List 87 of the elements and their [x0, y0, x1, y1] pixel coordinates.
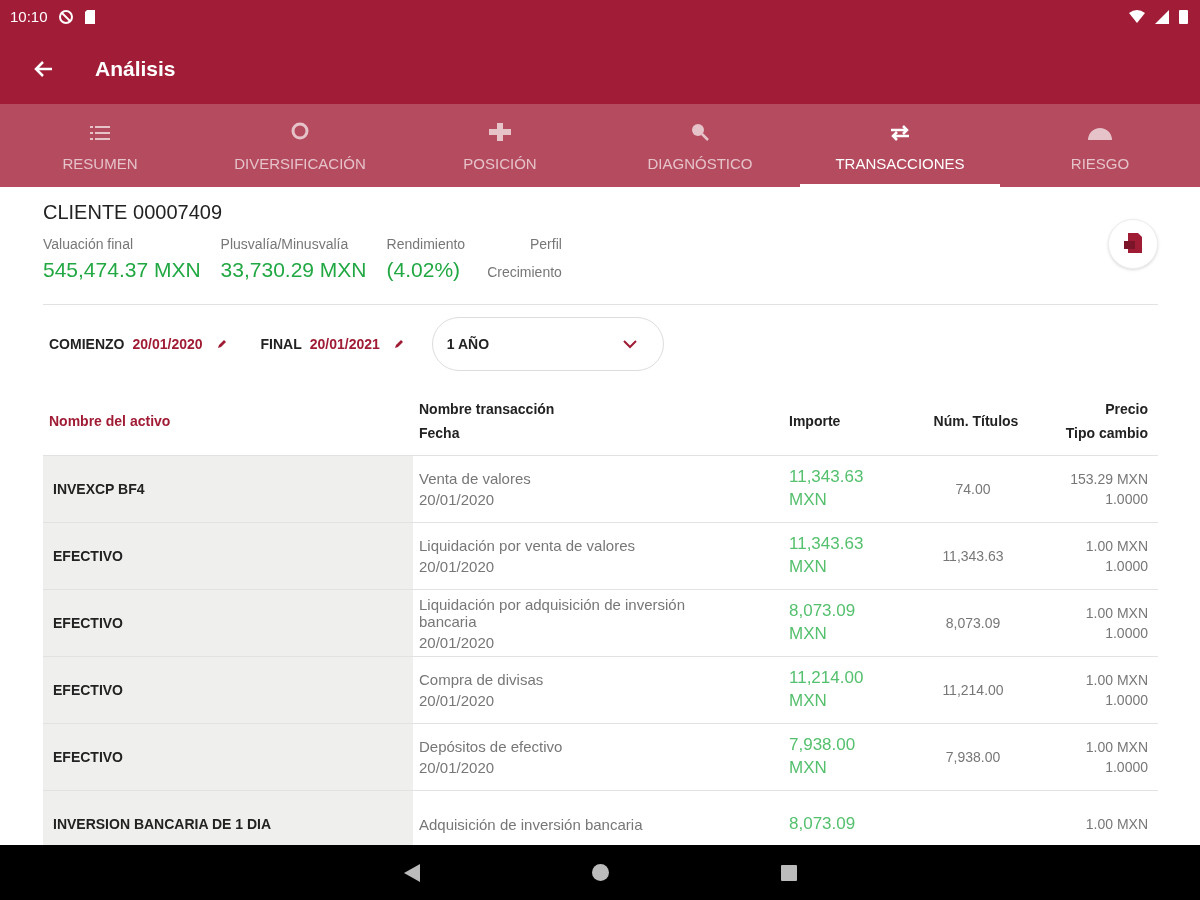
amount-currency: MXN	[789, 558, 828, 577]
screen-title: Análisis	[95, 56, 176, 81]
transaction-date: 20/01/2020	[419, 491, 496, 508]
exchange-rate: 1.0000	[1105, 491, 1148, 507]
tab[interactable]: TRANSACCIONES	[800, 104, 1000, 187]
document-icon	[1123, 233, 1143, 255]
column-header[interactable]: Fecha	[419, 425, 783, 441]
column-header[interactable]: Núm. Títulos	[933, 413, 1019, 429]
chevron-down-icon	[622, 339, 637, 349]
exchange-rate: 1.0000	[1105, 692, 1148, 708]
blocked-icon	[57, 8, 74, 25]
titles-count: 74.00	[955, 481, 991, 497]
column-header[interactable]: Importe	[789, 413, 903, 429]
wifi-icon	[1129, 9, 1145, 24]
transaction-name: Liquidación por venta de valores	[419, 537, 636, 554]
search-icon	[691, 123, 709, 141]
amount-value: 11,343.63	[789, 468, 865, 487]
stat-value: 545,474.37 MXN	[43, 258, 201, 282]
titles-count: 11,343.63	[942, 548, 1004, 564]
gauge-icon	[1088, 127, 1112, 141]
exchange-rate: 1.0000	[1105, 625, 1148, 641]
transaction-date: 20/01/2020	[419, 558, 496, 575]
table-cell: EFECTIVO	[43, 657, 413, 723]
stat-label: Plusvalía/Minusvalía	[220, 236, 350, 252]
battery-icon	[1179, 9, 1188, 24]
sim-card-icon	[83, 8, 96, 25]
amount-value: 7,938.00	[789, 736, 857, 755]
transaction-name: Depósitos de efectivo	[419, 738, 564, 755]
pencil-icon[interactable]	[216, 339, 227, 349]
transaction-name: Liquidación por adquisición de inversión bancaria	[419, 595, 686, 630]
table-cell: INVEXCP BF4	[43, 456, 413, 522]
start-date[interactable]: 20/01/2020	[132, 336, 203, 352]
transaction-name: Adquisición de inversión bancaria	[419, 815, 644, 833]
transaction-date: 20/01/2020	[419, 692, 496, 709]
titles-count: 8,073.09	[945, 615, 1001, 631]
amount-value: 8,073.09	[789, 602, 857, 621]
price-value: 153.29 MXN	[1070, 471, 1148, 487]
stat-label: Perfil	[529, 236, 562, 252]
swap-arrows-icon	[889, 125, 911, 141]
end-label: FINAL	[260, 336, 302, 352]
titles-count: 11,214.00	[942, 682, 1004, 698]
titles-count: 7,938.00	[945, 749, 1001, 765]
amount-currency: MXN	[789, 692, 828, 711]
price-value: 1.00 MXN	[1085, 672, 1148, 688]
price-value: 1.00 MXN	[1085, 605, 1148, 621]
recents-square-icon[interactable]	[780, 864, 797, 881]
stat-value: Crecimiento	[487, 264, 562, 280]
exchange-rate: 1.0000	[1105, 558, 1148, 574]
home-circle-icon[interactable]	[591, 864, 609, 881]
end-date[interactable]: 20/01/2021	[309, 336, 380, 352]
price-value: 1.00 MXN	[1085, 816, 1148, 832]
exchange-rate: 1.0000	[1105, 759, 1148, 775]
column-header[interactable]: Nombre del activo	[49, 413, 413, 429]
stat-value: (4.02%)	[386, 258, 462, 282]
column-header[interactable]: Precio	[1105, 401, 1148, 417]
back-triangle-icon[interactable]	[403, 863, 420, 882]
price-value: 1.00 MXN	[1085, 538, 1148, 554]
stat-label: Valuación final	[43, 236, 135, 252]
client-title: CLIENTE 00007409	[43, 201, 223, 224]
column-header[interactable]: Nombre transacción	[419, 401, 783, 417]
amount-currency: MXN	[789, 759, 828, 778]
amount-currency: MXN	[789, 491, 828, 510]
table-cell: INVERSION BANCARIA DE 1 DIA	[43, 791, 413, 845]
transaction-name: Compra de divisas	[419, 671, 545, 688]
transaction-date: 20/01/2020	[419, 759, 496, 776]
transaction-date: 20/01/2020	[419, 633, 496, 651]
stat-label: Rendimiento	[386, 236, 466, 252]
stat-value: 33,730.29 MXN	[220, 258, 367, 282]
table-cell: EFECTIVO	[43, 523, 413, 589]
cross-icon	[489, 123, 511, 141]
list-icon	[90, 125, 110, 141]
amount-value: 11,343.63	[789, 535, 865, 554]
table-cell: EFECTIVO	[43, 590, 413, 656]
column-header[interactable]: Tipo cambio	[1065, 425, 1148, 441]
start-label: COMIENZO	[49, 336, 125, 352]
back-arrow-icon[interactable]	[33, 59, 53, 78]
amount-value: 11,214.00	[789, 669, 865, 688]
transaction-name: Venta de valores	[419, 470, 532, 487]
table-cell: EFECTIVO	[43, 724, 413, 790]
signal-icon	[1155, 9, 1169, 24]
pencil-icon[interactable]	[393, 339, 404, 349]
price-value: 1.00 MXN	[1085, 739, 1148, 755]
status-time: 10:10	[10, 8, 48, 25]
ring-icon	[290, 121, 310, 141]
export-document-button[interactable]	[1108, 219, 1158, 269]
amount-value: 8,073.09	[789, 814, 857, 834]
amount-currency: MXN	[789, 625, 828, 644]
